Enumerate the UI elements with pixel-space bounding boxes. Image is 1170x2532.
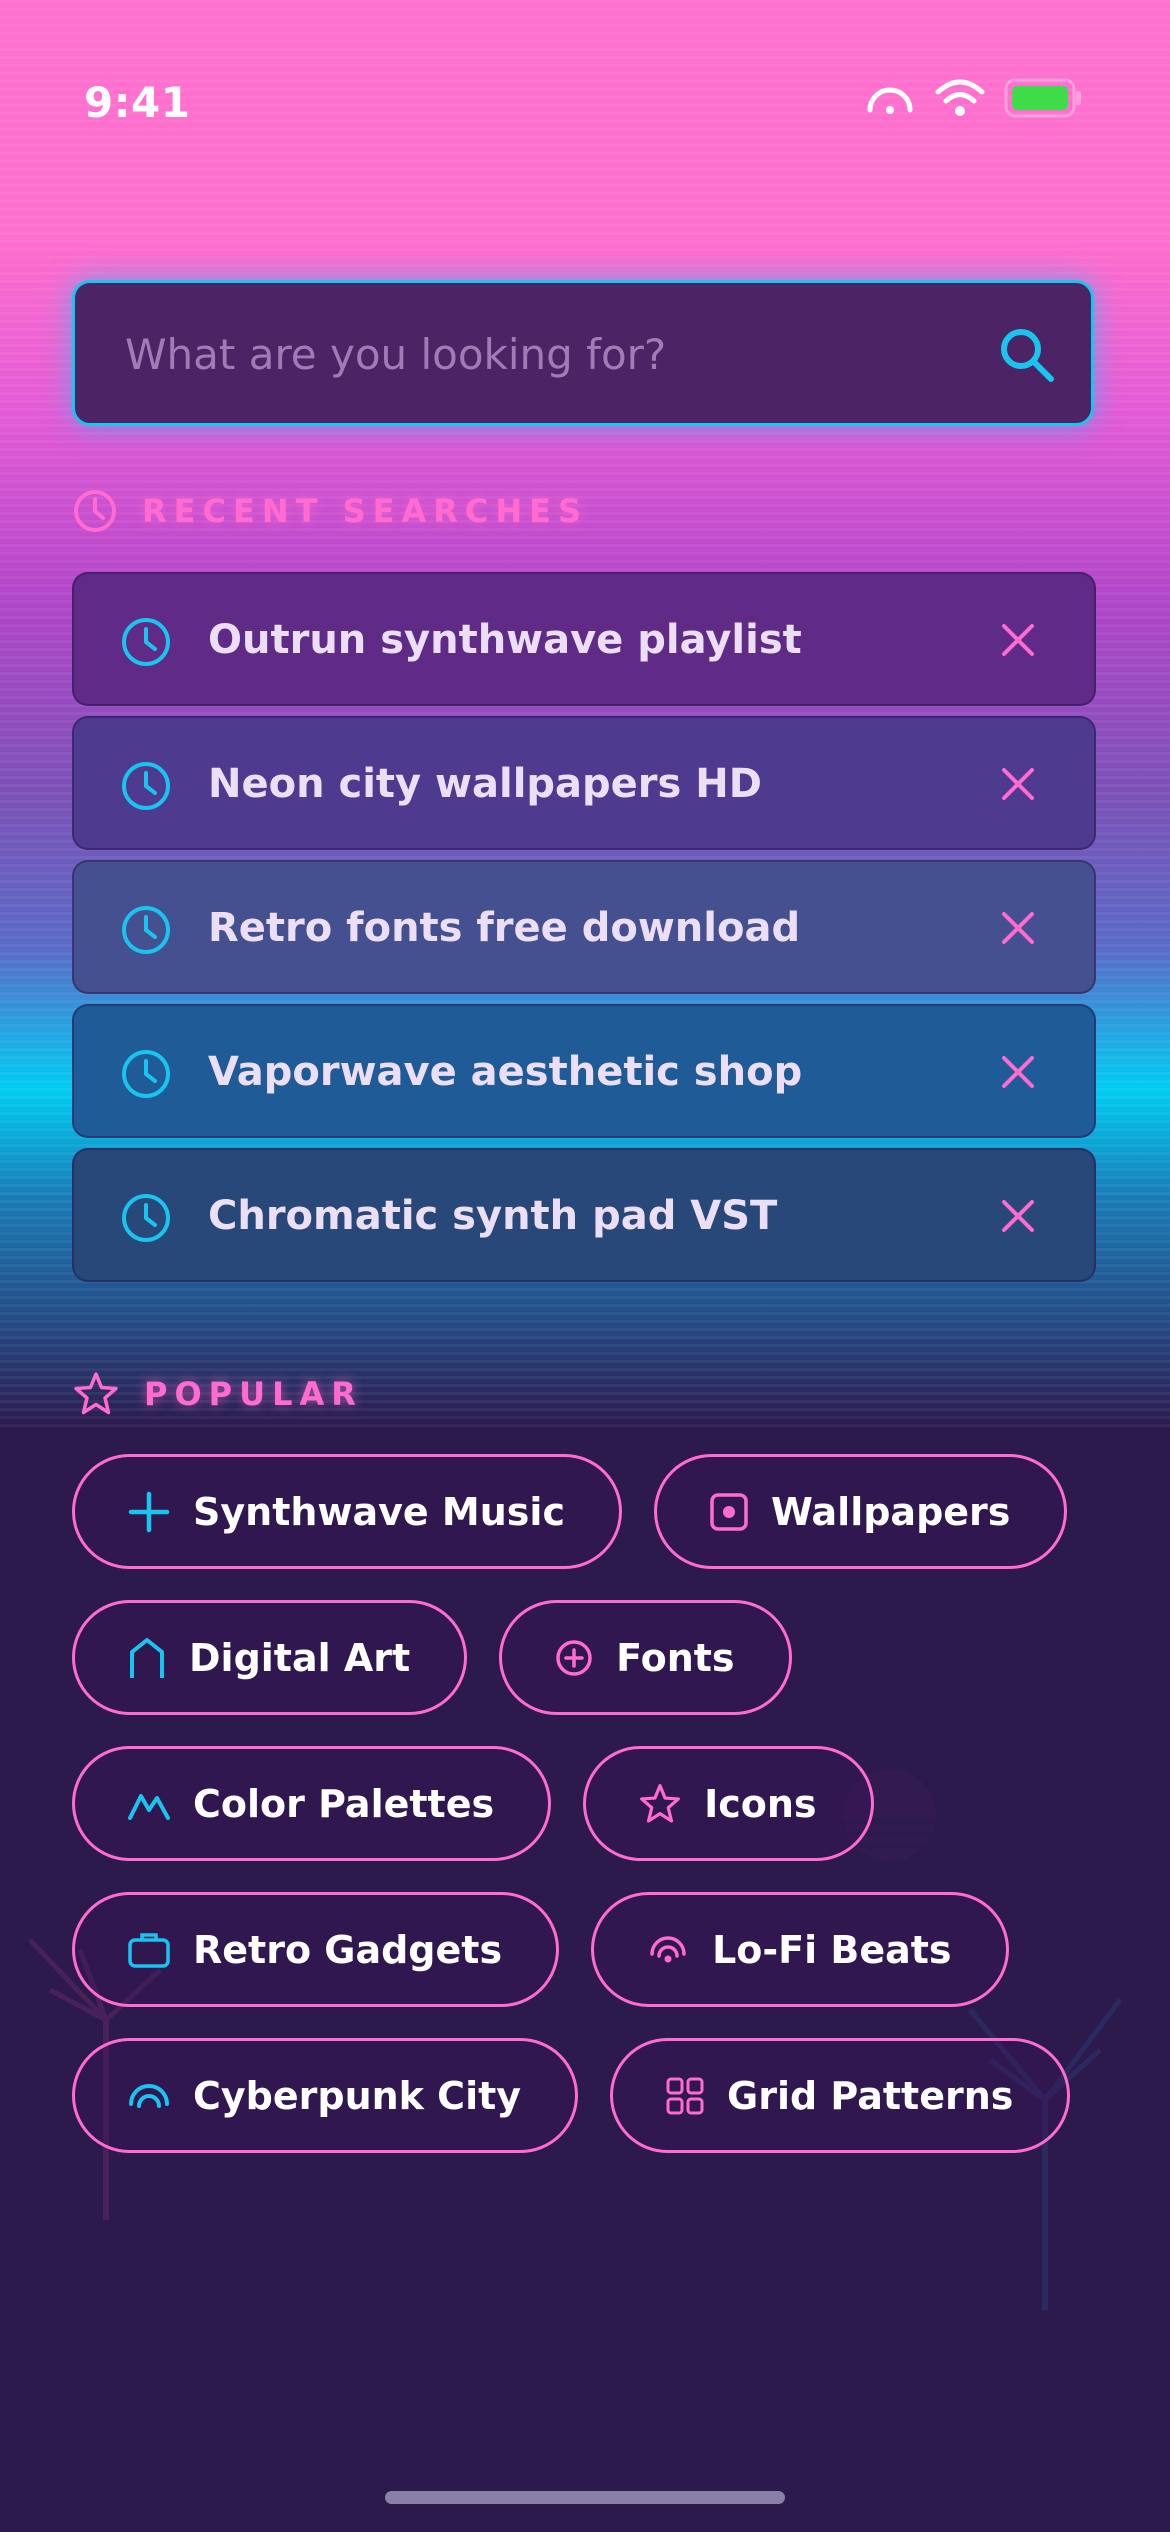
close-icon[interactable] [998,764,1038,804]
signal-icon [867,87,913,114]
close-icon[interactable] [998,1196,1038,1236]
recent-search-item[interactable]: Chromatic synth pad VST [72,1148,1096,1282]
clock-icon [122,1194,170,1242]
close-icon[interactable] [998,908,1038,948]
tag-lo-fi-beats[interactable]: Lo-Fi Beats [591,1892,1009,2007]
star-icon [74,1372,118,1415]
tag-label: Fonts [616,1635,735,1680]
tag-fonts[interactable]: Fonts [499,1600,792,1715]
mountain-icon [128,1793,170,1820]
grid-icon [666,2077,704,2114]
recent-search-item[interactable]: Vaporwave aesthetic shop [72,1004,1096,1138]
tag-label: Synthwave Music [193,1489,565,1534]
close-icon[interactable] [998,1052,1038,1092]
tag-label: Cyberpunk City [193,2073,522,2118]
clock-icon [74,490,116,532]
tag-wallpapers[interactable]: Wallpapers [653,1454,1068,1569]
recent-search-label: Chromatic synth pad VST [208,1193,778,1239]
plus-circle-icon [556,1639,592,1676]
clock-icon [122,1050,170,1098]
tag-label: Retro Gadgets [193,1927,503,1972]
battery-icon [1004,78,1081,118]
recent-searches-heading: RECENT SEARCHES [72,488,588,534]
recent-search-label: Outrun synthwave playlist [208,617,802,663]
recent-search-item[interactable]: Outrun synthwave playlist [72,572,1096,706]
tag-grid-patterns[interactable]: Grid Patterns [610,2038,1071,2153]
tag-digital-art[interactable]: Digital Art [72,1600,468,1715]
tag-synthwave-music[interactable]: Synthwave Music [72,1454,622,1569]
radio-waves-icon [650,1935,686,1962]
wifi-icon [935,79,985,116]
home-indicator[interactable] [385,2491,785,2504]
tag-row: Synthwave Music Wallpapers [72,1454,1098,1569]
recent-search-item[interactable]: Retro fonts free download [72,860,1096,994]
clock-icon [122,906,170,954]
plus-icon [128,1491,170,1532]
status-time: 9:41 [84,78,191,127]
briefcase-icon [128,1932,170,1968]
recent-search-label: Neon city wallpapers HD [208,761,762,807]
popular-tags: Synthwave Music Wallpapers Digital Art F… [72,1454,1098,2184]
popular-heading: POPULAR [72,1370,363,1418]
tag-row: Color Palettes Icons [72,1746,1098,1861]
tag-label: Icons [704,1781,817,1826]
search-icon[interactable] [997,325,1057,389]
tag-row: Retro Gadgets Lo-Fi Beats [72,1892,1098,2007]
arc-icon [129,2083,169,2108]
tag-cyberpunk-city[interactable]: Cyberpunk City [72,2038,579,2153]
image-square-icon [710,1492,748,1531]
clock-icon [122,618,170,666]
search-bar[interactable] [72,280,1094,426]
tag-row: Digital Art Fonts [72,1600,1098,1715]
recent-search-item[interactable]: Neon city wallpapers HD [72,716,1096,850]
arch-icon [130,1637,164,1678]
recent-search-label: Vaporwave aesthetic shop [208,1049,803,1095]
tag-label: Color Palettes [193,1781,495,1826]
recent-search-label: Retro fonts free download [208,905,801,951]
popular-title: POPULAR [144,1375,363,1413]
close-icon[interactable] [998,620,1038,660]
star-icon [640,1783,681,1823]
clock-icon [122,762,170,810]
status-icons [864,78,1084,118]
tag-retro-gadgets[interactable]: Retro Gadgets [72,1892,560,2007]
tag-label: Grid Patterns [727,2073,1014,2118]
tag-row: Cyberpunk City Grid Patterns [72,2038,1098,2153]
recent-searches-list: Outrun synthwave playlist Neon city wall… [72,572,1096,1292]
tag-label: Digital Art [189,1635,411,1680]
tag-icons[interactable]: Icons [583,1746,874,1861]
tag-color-palettes[interactable]: Color Palettes [72,1746,552,1861]
search-input[interactable] [123,283,987,425]
tag-label: Lo-Fi Beats [712,1927,952,1972]
recent-searches-title: RECENT SEARCHES [142,492,589,530]
tag-label: Wallpapers [770,1489,1011,1534]
